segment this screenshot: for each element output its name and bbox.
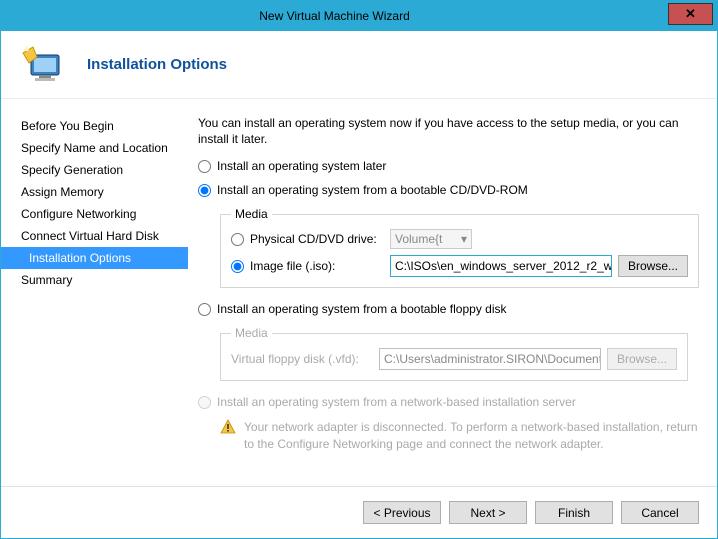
browse-vfd-button: Browse...	[607, 348, 677, 370]
sidebar-item-specify-generation[interactable]: Specify Generation	[1, 159, 188, 181]
radio-install-floppy[interactable]	[198, 303, 211, 316]
radio-install-network	[198, 396, 211, 409]
finish-button[interactable]: Finish	[535, 501, 613, 524]
sidebar: Before You Begin Specify Name and Locati…	[1, 99, 188, 486]
image-file-input[interactable]: C:\ISOs\en_windows_server_2012_r2_with_u…	[390, 255, 612, 277]
sidebar-item-assign-memory[interactable]: Assign Memory	[1, 181, 188, 203]
network-warning: Your network adapter is disconnected. To…	[220, 419, 699, 451]
window-title: New Virtual Machine Wizard	[1, 9, 668, 23]
physical-drive-value: Volume{t	[395, 232, 442, 246]
radio-physical-drive[interactable]	[231, 233, 244, 246]
sidebar-item-installation-options[interactable]: Installation Options	[1, 247, 188, 269]
body: Before You Begin Specify Name and Locati…	[1, 99, 717, 486]
radio-image-file[interactable]	[231, 260, 244, 273]
image-file-label: Image file (.iso):	[250, 259, 390, 273]
physical-drive-select[interactable]: Volume{t ▾	[390, 229, 472, 249]
warning-icon	[220, 419, 236, 435]
content: You can install an operating system now …	[188, 99, 717, 486]
browse-iso-button[interactable]: Browse...	[618, 255, 688, 277]
chevron-down-icon: ▾	[461, 232, 467, 246]
previous-button[interactable]: < Previous	[363, 501, 441, 524]
close-icon: ✕	[685, 6, 696, 22]
physical-drive-row[interactable]: Physical CD/DVD drive: Volume{t ▾	[231, 229, 688, 249]
close-button[interactable]: ✕	[668, 3, 713, 25]
option-install-later[interactable]: Install an operating system later	[198, 159, 699, 173]
wizard-window: New Virtual Machine Wizard ✕ Installatio…	[0, 0, 718, 539]
sidebar-item-specify-name[interactable]: Specify Name and Location	[1, 137, 188, 159]
option-install-cddvd-label: Install an operating system from a boota…	[217, 183, 528, 197]
media-legend: Media	[231, 207, 272, 221]
network-warning-text: Your network adapter is disconnected. To…	[244, 419, 699, 451]
page-title: Installation Options	[87, 56, 227, 73]
vfd-input: C:\Users\administrator.SIRON\Documents\	[379, 348, 601, 370]
wizard-icon	[19, 41, 67, 89]
sidebar-item-connect-vhd[interactable]: Connect Virtual Hard Disk	[1, 225, 188, 247]
vfd-row: Virtual floppy disk (.vfd): C:\Users\adm…	[231, 348, 677, 370]
sidebar-item-summary[interactable]: Summary	[1, 269, 188, 291]
radio-install-later[interactable]	[198, 160, 211, 173]
option-install-later-label: Install an operating system later	[217, 159, 386, 173]
sidebar-item-before-you-begin[interactable]: Before You Begin	[1, 115, 188, 137]
media-fieldset-cddvd: Media Physical CD/DVD drive: Volume{t ▾ …	[220, 207, 699, 288]
next-button[interactable]: Next >	[449, 501, 527, 524]
titlebar: New Virtual Machine Wizard ✕	[1, 1, 717, 31]
option-install-floppy-label: Install an operating system from a boota…	[217, 302, 507, 316]
intro-text: You can install an operating system now …	[198, 115, 699, 147]
cancel-button[interactable]: Cancel	[621, 501, 699, 524]
option-install-network: Install an operating system from a netwo…	[198, 395, 699, 409]
footer: < Previous Next > Finish Cancel	[1, 486, 717, 538]
image-file-row[interactable]: Image file (.iso): C:\ISOs\en_windows_se…	[231, 255, 688, 277]
radio-install-cddvd[interactable]	[198, 184, 211, 197]
header: Installation Options	[1, 31, 717, 99]
media-legend-floppy: Media	[231, 326, 272, 340]
option-install-cddvd[interactable]: Install an operating system from a boota…	[198, 183, 699, 197]
media-fieldset-floppy: Media Virtual floppy disk (.vfd): C:\Use…	[220, 326, 688, 381]
option-install-network-label: Install an operating system from a netwo…	[217, 395, 576, 409]
physical-drive-label: Physical CD/DVD drive:	[250, 232, 390, 246]
option-install-floppy[interactable]: Install an operating system from a boota…	[198, 302, 699, 316]
vfd-label: Virtual floppy disk (.vfd):	[231, 352, 379, 366]
sidebar-item-configure-networking[interactable]: Configure Networking	[1, 203, 188, 225]
